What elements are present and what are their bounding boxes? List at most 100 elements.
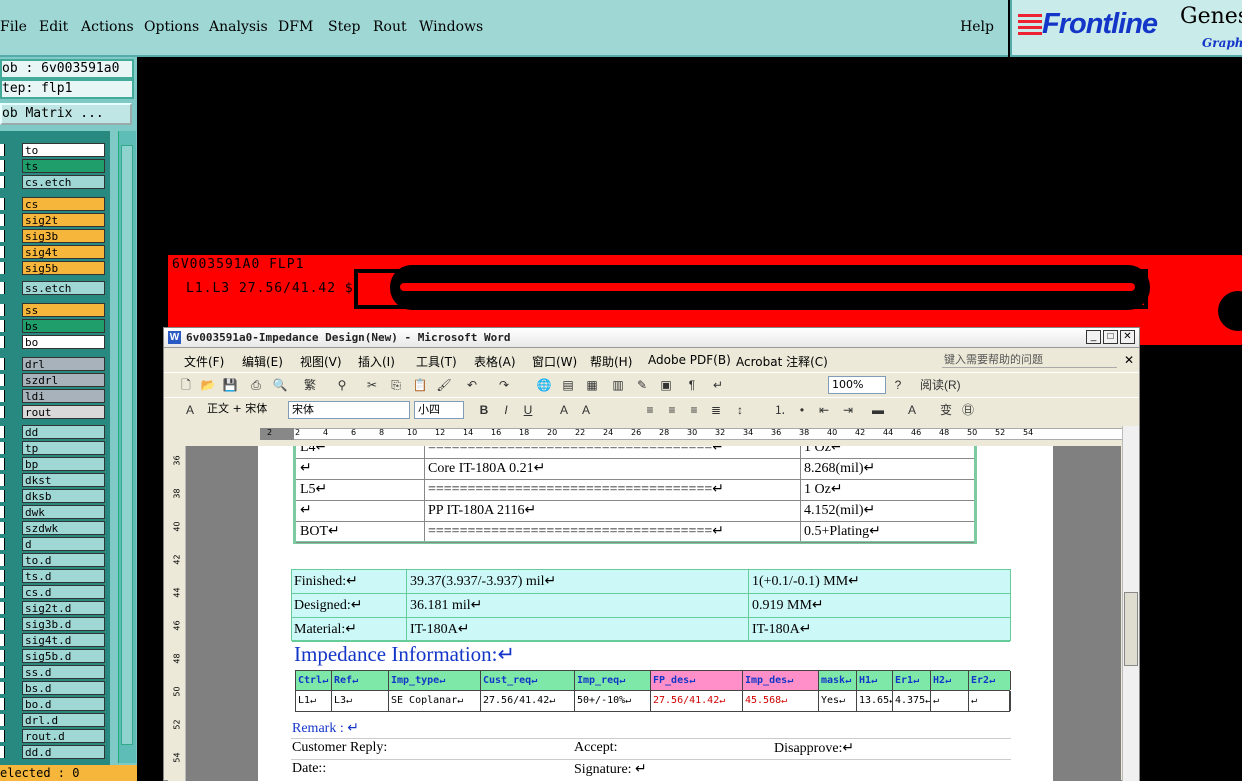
phonetic-icon[interactable]: 变: [938, 402, 954, 418]
layer-name[interactable]: sig3b: [22, 229, 105, 243]
layer-row[interactable]: cs.etch: [0, 175, 108, 189]
layer-row[interactable]: sig4t.d: [0, 633, 108, 647]
layer-name[interactable]: dd: [22, 425, 105, 439]
zoom-select[interactable]: 100%: [828, 376, 886, 394]
menu-actions[interactable]: Actions: [81, 19, 134, 35]
layer-name[interactable]: drl.d: [22, 713, 105, 727]
layer-checkbox[interactable]: [0, 374, 5, 386]
layer-row[interactable]: rout.d: [0, 729, 108, 743]
styles-icon[interactable]: A: [182, 402, 198, 418]
layer-row[interactable]: cs: [0, 197, 108, 211]
layer-checkbox[interactable]: [0, 246, 5, 258]
print-icon[interactable]: ⎙: [248, 377, 264, 393]
layer-name[interactable]: rout.d: [22, 729, 105, 743]
italic-icon[interactable]: I: [498, 402, 514, 418]
layer-name[interactable]: bs.d: [22, 681, 105, 695]
layer-row[interactable]: cs.d: [0, 585, 108, 599]
layer-name[interactable]: dd.d: [22, 745, 105, 759]
layer-row[interactable]: ts.d: [0, 569, 108, 583]
hyperlink-icon[interactable]: 🌐: [536, 377, 552, 393]
style-select[interactable]: 正文 + 宋体: [204, 401, 284, 419]
numbering-icon[interactable]: ⒈: [772, 402, 788, 418]
layer-checkbox[interactable]: [0, 144, 5, 156]
preview-icon[interactable]: 🔍: [272, 377, 288, 393]
layer-row[interactable]: rout: [0, 405, 108, 419]
layer-checkbox[interactable]: [0, 490, 5, 502]
layer-name[interactable]: drl: [22, 357, 105, 371]
layer-name[interactable]: ss.etch: [22, 281, 105, 295]
enclose-char-icon[interactable]: ㊐: [960, 402, 976, 418]
layer-checkbox[interactable]: [0, 714, 5, 726]
line-spacing-icon[interactable]: ↕: [732, 402, 748, 418]
layer-row[interactable]: dkst: [0, 473, 108, 487]
layer-row[interactable]: dd.d: [0, 745, 108, 759]
layer-name[interactable]: ss: [22, 303, 105, 317]
layer-checkbox[interactable]: [0, 474, 5, 486]
document-area[interactable]: L4↵ ====================================↵…: [186, 446, 1121, 781]
underline-icon[interactable]: U: [520, 402, 536, 418]
word-menu-table[interactable]: 表格(A): [474, 353, 516, 370]
show-hide-icon[interactable]: ¶: [684, 377, 700, 393]
layer-checkbox[interactable]: [0, 570, 5, 582]
layer-checkbox[interactable]: [0, 390, 5, 402]
layer-checkbox[interactable]: [0, 426, 5, 438]
doc-map-icon[interactable]: ▣: [658, 377, 674, 393]
layer-checkbox[interactable]: [0, 746, 5, 758]
layer-checkbox[interactable]: [0, 618, 5, 630]
layer-row[interactable]: bs.d: [0, 681, 108, 695]
layer-checkbox[interactable]: [0, 698, 5, 710]
cut-icon[interactable]: ✂: [364, 377, 380, 393]
layer-row[interactable]: dwk: [0, 505, 108, 519]
layer-name[interactable]: sig3b.d: [22, 617, 105, 631]
research-icon[interactable]: ⚲: [334, 377, 350, 393]
layer-row[interactable]: dksb: [0, 489, 108, 503]
layer-checkbox[interactable]: [0, 682, 5, 694]
layer-row[interactable]: sig4t: [0, 245, 108, 259]
layer-row[interactable]: to.d: [0, 553, 108, 567]
char-border-icon[interactable]: A: [556, 402, 572, 418]
menu-file[interactable]: File: [0, 19, 27, 35]
justify-icon[interactable]: ≣: [708, 402, 724, 418]
layer-name[interactable]: cs.d: [22, 585, 105, 599]
layer-name[interactable]: bp: [22, 457, 105, 471]
word-vertical-scrollbar[interactable]: [1122, 426, 1139, 781]
word-menu-window[interactable]: 窗口(W): [532, 353, 577, 370]
word-scroll-thumb[interactable]: [1124, 592, 1138, 666]
layer-scrollbar[interactable]: [118, 131, 136, 763]
layer-checkbox[interactable]: [0, 522, 5, 534]
layer-row[interactable]: ss: [0, 303, 108, 317]
layer-name[interactable]: d: [22, 537, 105, 551]
layer-row[interactable]: ss.d: [0, 665, 108, 679]
close-icon[interactable]: ✕: [1120, 330, 1135, 344]
layer-row[interactable]: sig2t.d: [0, 601, 108, 615]
bold-icon[interactable]: B: [476, 402, 492, 418]
layer-name[interactable]: to: [22, 143, 105, 157]
bullets-icon[interactable]: •: [794, 402, 810, 418]
layer-name[interactable]: cs: [22, 197, 105, 211]
word-menu-acrobat[interactable]: Acrobat 注释(C): [736, 353, 828, 370]
layer-checkbox[interactable]: [0, 198, 5, 210]
layer-checkbox[interactable]: [0, 634, 5, 646]
maximize-icon[interactable]: □: [1103, 330, 1118, 344]
help-search-input[interactable]: 键入需要帮助的问题: [942, 351, 1117, 368]
layer-row[interactable]: sig3b.d: [0, 617, 108, 631]
word-menu-adobe[interactable]: Adobe PDF(B): [648, 353, 731, 367]
menu-windows[interactable]: Windows: [419, 19, 483, 35]
layer-row[interactable]: szdrl: [0, 373, 108, 387]
layer-row[interactable]: sig5b.d: [0, 649, 108, 663]
layer-checkbox[interactable]: [0, 506, 5, 518]
layer-name[interactable]: sig2t: [22, 213, 105, 227]
layer-name[interactable]: rout: [22, 405, 105, 419]
layer-name[interactable]: sig2t.d: [22, 601, 105, 615]
word-menu-tools[interactable]: 工具(T): [416, 353, 457, 370]
layer-name[interactable]: dkst: [22, 473, 105, 487]
layer-row[interactable]: drl: [0, 357, 108, 371]
decrease-indent-icon[interactable]: ⇤: [816, 402, 832, 418]
layer-name[interactable]: bs: [22, 319, 105, 333]
align-center-icon[interactable]: ≡: [664, 402, 680, 418]
layer-row[interactable]: drl.d: [0, 713, 108, 727]
layer-name[interactable]: ts: [22, 159, 105, 173]
layer-checkbox[interactable]: [0, 320, 5, 332]
layer-checkbox[interactable]: [0, 554, 5, 566]
menu-options[interactable]: Options: [144, 19, 199, 35]
